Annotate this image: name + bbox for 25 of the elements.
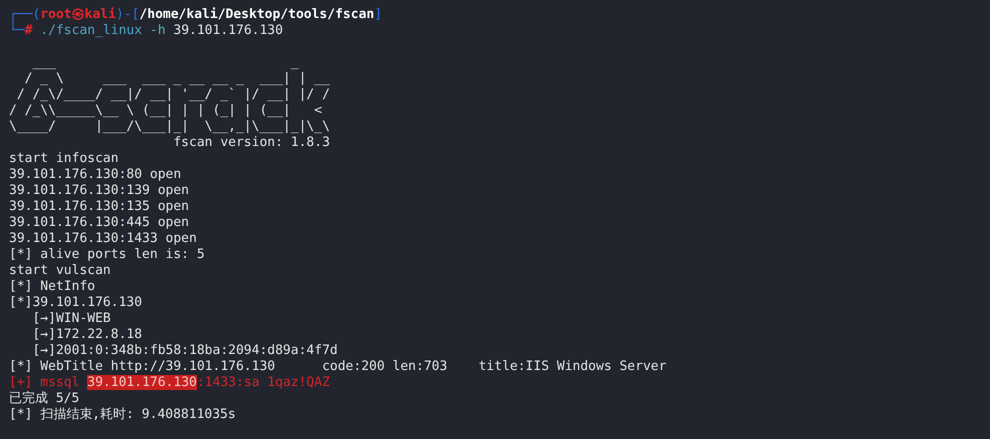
output-line: [→]2001:0:348b:fb58:18ba:2094:d89a:4f7d [31,343,339,359]
output-line: 39.101.176.130:80 open [9,167,182,183]
output-line: 39.101.176.130:1433 open [9,231,198,247]
output-line: start vulscan [9,263,112,279]
output-line: start infoscan [9,151,120,167]
output-line: [*] 扫描结束,耗时: 9.408811035s [9,407,237,423]
output-line: [*]39.101.176.130 [9,295,144,311]
output-line: [*] WebTitle http://39.101.176.130 code:200 len:703 title:IIS Windows Server [9,359,668,375]
ascii-banner-line: ___ _ [31,55,300,71]
shell-prompt: ┌──(root㉿kali)-[/home/kali/Desktop/tools/fscan] [9,7,384,22]
output-line: [→]WIN-WEB [31,311,112,327]
output-line: 39.101.176.130:135 open [9,199,190,215]
output-line: 39.101.176.130:445 open [9,215,190,231]
output-line: 39.101.176.130:139 open [9,183,190,199]
version-text: fscan version: 1.8.3 [172,135,331,151]
ascii-banner-line: / /_\/____/ __|/ __| '__/ _` |/ __| |/ / [16,87,331,103]
ascii-banner-line: / _ \ ___ ___ _ __ __ _ ___| | __ [24,71,331,87]
output-line: 已完成 5/5 [9,391,80,407]
ascii-banner-line: \____/ |___/\___|_| \__,_|\___|_|\_\ [9,119,331,135]
output-line: [*] NetInfo [9,279,96,295]
output-line: [→]172.22.8.18 [31,327,144,343]
output-line: [+] mssql 39.101.176.130:1433:sa 1qaz!QAZ [9,375,331,391]
output-line: [*] alive ports len is: 5 [9,247,206,263]
ascii-banner-line: / /_\\_____\__ \ (__| | | (_| | (__| < [9,103,324,119]
command-line: └─# ./fscan_linux -h 39.101.176.130 [9,23,284,39]
